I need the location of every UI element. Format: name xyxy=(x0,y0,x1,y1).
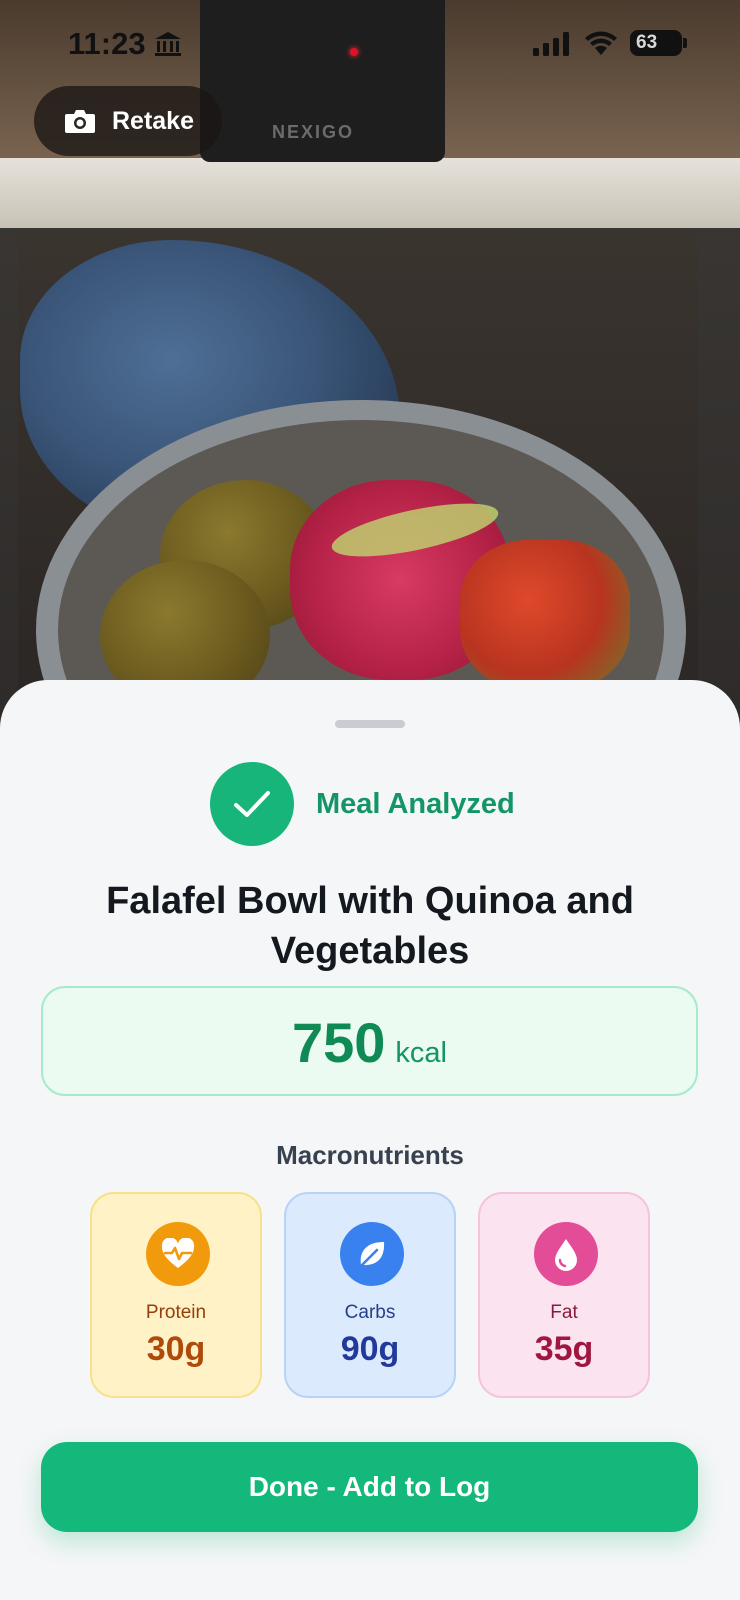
macro-value-fat: 35g xyxy=(534,1330,594,1368)
camera-icon xyxy=(65,110,95,133)
leaf-icon xyxy=(340,1222,404,1286)
status-time: 11:23 xyxy=(68,26,146,61)
macro-value-carbs: 90g xyxy=(340,1330,400,1368)
macro-value-protein: 30g xyxy=(146,1330,206,1368)
calorie-unit: kcal xyxy=(395,1037,447,1069)
macro-label-fat: Fat xyxy=(550,1302,578,1323)
retake-label: Retake xyxy=(112,106,194,135)
droplet-icon xyxy=(534,1222,598,1286)
battery-icon xyxy=(683,38,687,48)
macronutrients-heading: Macronutrients xyxy=(276,1140,464,1170)
result-sheet: Meal Analyzed Falafel Bowl with Quinoa a… xyxy=(0,680,740,1600)
macro-label-protein: Protein xyxy=(145,1302,207,1323)
analysis-status: Meal Analyzed xyxy=(210,762,515,846)
sheet-grabber[interactable] xyxy=(335,720,405,728)
macro-label-carbs: Carbs xyxy=(344,1302,396,1323)
webcam-brand-text: NEXIGO xyxy=(272,122,355,142)
heart-pulse-icon xyxy=(146,1222,210,1286)
battery-level: 63 xyxy=(630,30,682,56)
wifi-icon xyxy=(585,31,617,55)
analysis-status-label: Meal Analyzed xyxy=(316,787,515,820)
cellular-signal-icon xyxy=(533,32,569,56)
status-bar: 11:23 63 xyxy=(0,0,740,90)
done-add-to-log-button[interactable]: Done - Add to Log xyxy=(41,1442,698,1532)
bank-icon xyxy=(155,32,181,56)
macro-card-carbs: Carbs 90g xyxy=(284,1192,456,1398)
meal-title: Falafel Bowl with Quinoa and Vegetables xyxy=(106,880,634,972)
macro-card-protein: Protein 30g xyxy=(90,1192,262,1398)
calorie-value: 750 xyxy=(291,1011,386,1074)
calorie-card: 750 kcal xyxy=(41,986,698,1096)
retake-button[interactable]: Retake xyxy=(34,86,222,156)
macro-card-fat: Fat 35g xyxy=(478,1192,650,1398)
checkmark-icon xyxy=(210,762,294,846)
